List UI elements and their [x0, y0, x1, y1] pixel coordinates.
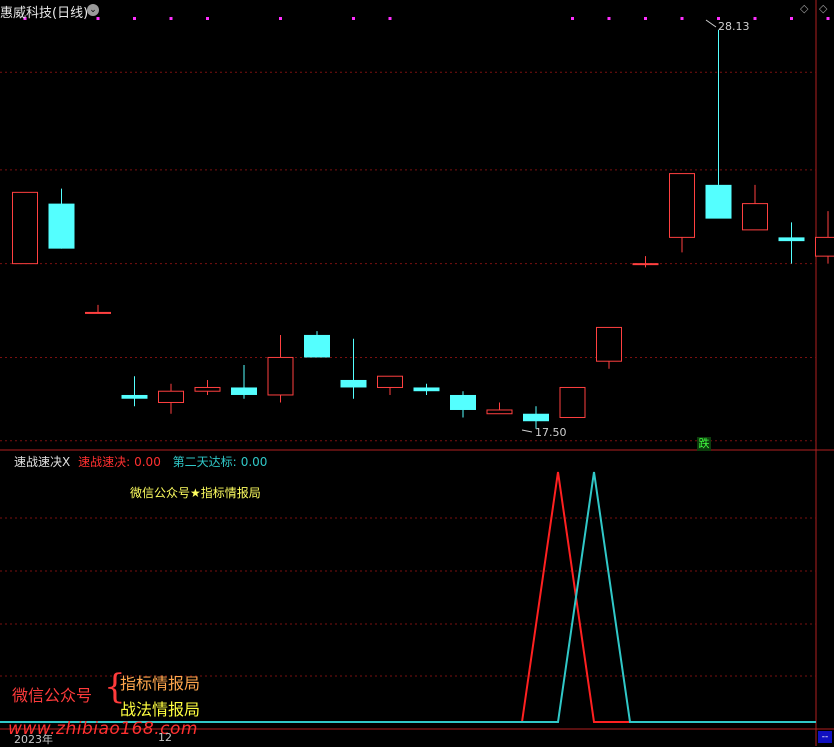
stamp-right-bottom: 战法情报局	[120, 696, 200, 720]
candle-12	[450, 391, 476, 417]
stamp-right-top: 指标情报局	[120, 670, 200, 694]
watermark-text: 微信公众号★指标情报局	[130, 484, 261, 501]
signal-marker-1	[97, 17, 100, 20]
candle-20	[743, 185, 768, 230]
candle-body	[49, 204, 75, 249]
axis-month-label: 12	[158, 731, 172, 744]
candle-17	[633, 256, 658, 267]
signal-marker-15	[827, 17, 830, 20]
candle-body	[670, 174, 695, 238]
candle-6	[231, 365, 257, 399]
low-price-label: 17.50	[535, 426, 567, 439]
signal-marker-13	[754, 17, 757, 20]
candle-body	[268, 357, 293, 395]
diamond-icon[interactable]: ◇	[800, 2, 808, 15]
candle-body	[597, 327, 622, 361]
candle-body	[195, 387, 220, 391]
signal-marker-7	[389, 17, 392, 20]
signal-marker-14	[790, 17, 793, 20]
signal-marker-2	[133, 17, 136, 20]
candle-body	[86, 312, 111, 313]
diamond-icon-2[interactable]: ◇	[819, 2, 827, 15]
candle-body	[706, 185, 732, 219]
stamp-left: 微信公众号	[12, 682, 92, 706]
price-gridlines	[0, 72, 816, 440]
candle-body	[816, 237, 834, 256]
candle-22	[816, 211, 834, 264]
candle-7	[268, 335, 293, 403]
candle-body	[13, 192, 38, 263]
candle-body	[523, 414, 549, 422]
candle-body	[779, 237, 805, 241]
candle-8	[304, 331, 330, 357]
candle-3	[122, 376, 148, 406]
candle-19	[706, 30, 732, 219]
signal-marker-8	[571, 17, 574, 20]
candle-11	[414, 384, 440, 395]
candle-13	[487, 402, 512, 413]
candle-18	[670, 174, 695, 253]
signal-badge: 跌	[697, 437, 711, 451]
signal-marker-9	[608, 17, 611, 20]
candle-16	[597, 327, 622, 368]
candle-body	[341, 380, 367, 388]
candle-4	[159, 384, 184, 414]
high-price-label: 28.13	[718, 20, 750, 33]
candle-body	[378, 376, 403, 387]
line2-name: 第二天达标:	[173, 455, 237, 469]
candle-body	[450, 395, 476, 410]
candle-body	[304, 335, 330, 358]
signal-marker-10	[644, 17, 647, 20]
signal-markers	[24, 17, 830, 20]
signal-marker-11	[681, 17, 684, 20]
indicator-gridlines	[0, 518, 816, 676]
signal-marker-5	[279, 17, 282, 20]
candle-body	[122, 395, 148, 399]
indicator-header: 速战速决X 速战速决: 0.00 第二天达标: 0.00	[14, 453, 271, 470]
line2-value: 0.00	[241, 455, 268, 469]
line1-value: 0.00	[134, 455, 161, 469]
signal-marker-6	[352, 17, 355, 20]
chart-canvas[interactable]	[0, 0, 834, 746]
candle-5	[195, 380, 220, 395]
candlestick-series	[13, 30, 834, 429]
chevron-down-icon[interactable]: ⌄	[87, 4, 99, 16]
candle-21	[779, 222, 805, 263]
stock-title: 惠威科技(日线)	[0, 2, 88, 21]
candle-1	[49, 189, 75, 249]
candle-15	[560, 387, 585, 417]
corner-toggle-button[interactable]: --	[818, 731, 832, 743]
candle-body	[231, 387, 257, 395]
candle-body	[560, 387, 585, 417]
axis-year-label: 2023年	[14, 731, 53, 747]
candle-body	[633, 264, 658, 265]
candle-body	[743, 204, 768, 230]
candle-body	[487, 410, 512, 414]
candle-2	[86, 305, 111, 314]
candle-body	[414, 387, 440, 391]
candle-body	[159, 391, 184, 402]
candle-10	[378, 376, 403, 395]
line1-name: 速战速决:	[78, 455, 130, 469]
signal-marker-4	[206, 17, 209, 20]
candle-9	[341, 339, 367, 399]
indicator-name[interactable]: 速战速决X	[14, 455, 70, 469]
candle-0	[13, 192, 38, 263]
signal-marker-3	[170, 17, 173, 20]
